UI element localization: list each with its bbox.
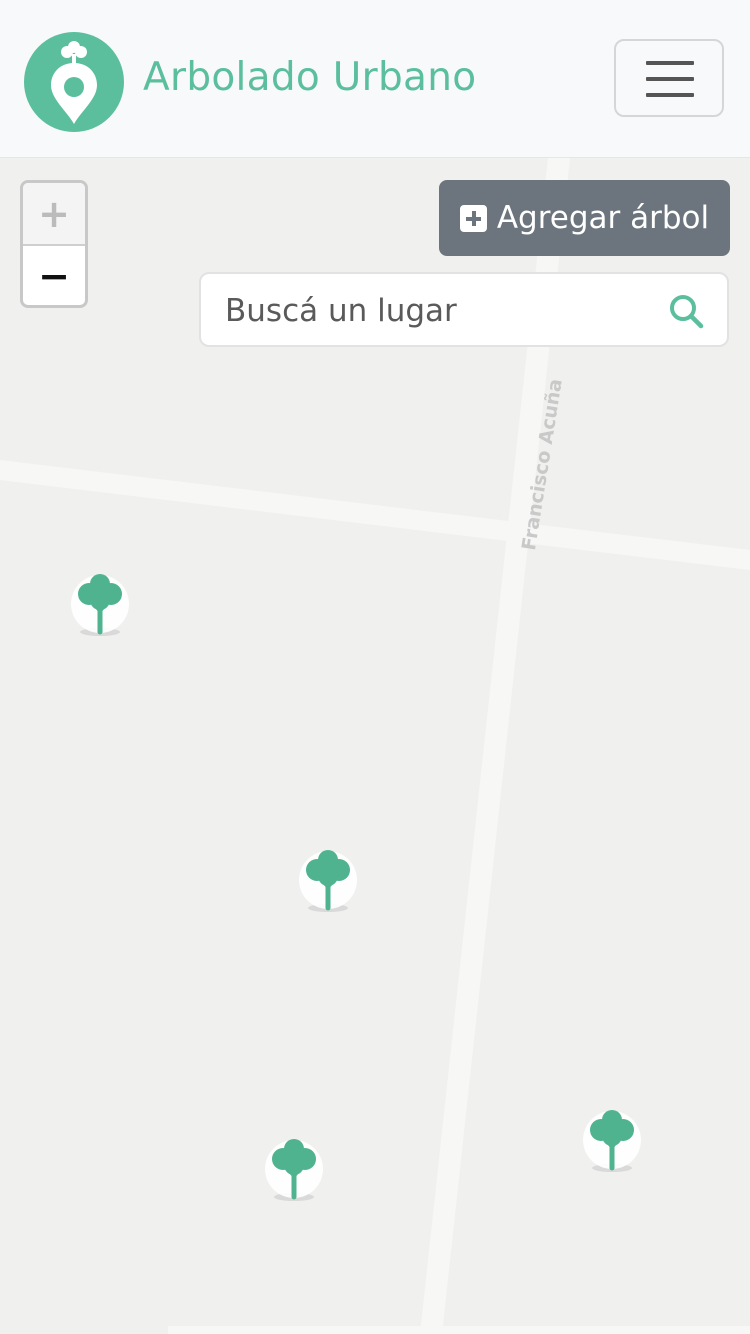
place-search — [199, 272, 729, 347]
add-tree-button[interactable]: Agregar árbol — [439, 180, 730, 256]
tree-marker[interactable] — [68, 570, 132, 638]
search-icon[interactable] — [667, 292, 705, 330]
hamburger-menu-icon — [646, 61, 694, 65]
zoom-out-button[interactable]: − — [23, 245, 85, 305]
add-tree-label: Agregar árbol — [496, 200, 710, 236]
search-input[interactable] — [223, 286, 657, 336]
brand-title[interactable]: Arbolado Urbano — [143, 54, 476, 102]
menu-toggle-button[interactable] — [614, 39, 724, 117]
hamburger-bar — [646, 77, 694, 81]
zoom-in-button[interactable]: + — [23, 183, 85, 246]
tree-marker[interactable] — [262, 1135, 326, 1203]
navbar: Arbolado Urbano — [0, 0, 750, 158]
plus-square-icon — [459, 204, 487, 232]
hamburger-bar — [646, 93, 694, 97]
zoom-control: + − — [20, 180, 88, 308]
tree-marker[interactable] — [296, 846, 360, 914]
tree-location-pin-icon[interactable] — [24, 32, 124, 132]
tree-marker[interactable] — [580, 1106, 644, 1174]
